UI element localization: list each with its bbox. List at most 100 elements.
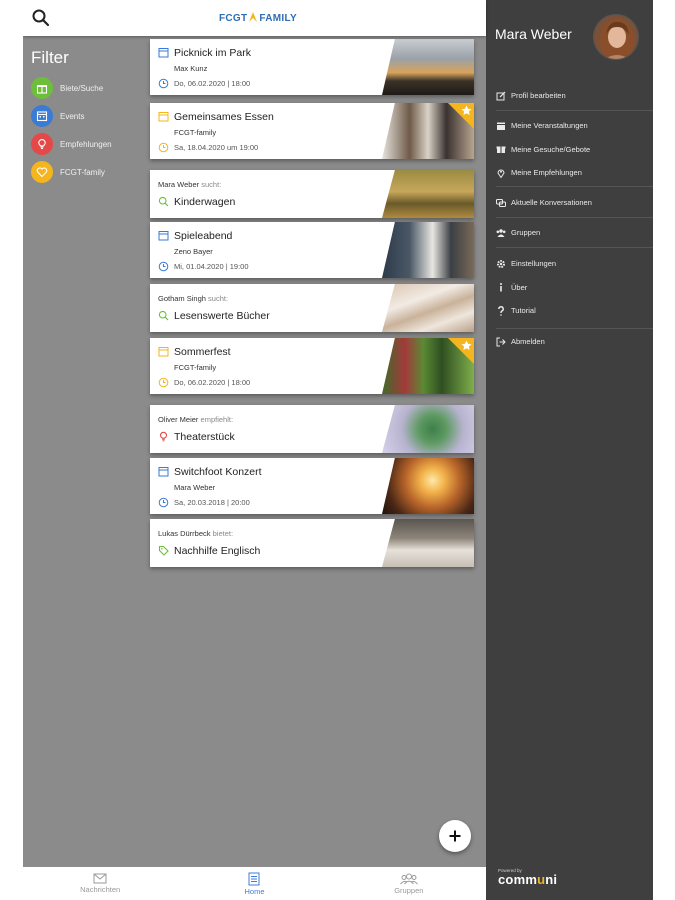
brand-logo: communi: [498, 872, 557, 887]
card-date: Do, 06.02.2020 | 18:00: [174, 378, 251, 387]
menu-item-abmelden[interactable]: Abmelden: [486, 330, 653, 354]
calendar-icon: [158, 467, 169, 477]
menu-item-label: Tutorial: [511, 306, 536, 316]
add-button[interactable]: [439, 820, 471, 852]
gift-icon: [31, 77, 53, 99]
drawer-menu-groups: Gruppen: [486, 221, 653, 245]
filter-item-empfehlungen[interactable]: Empfehlungen: [31, 130, 151, 158]
menu-divider: [496, 186, 653, 187]
avatar[interactable]: [593, 14, 639, 60]
filter-title: Filter: [31, 48, 69, 67]
menu-item-label: Einstellungen: [511, 259, 557, 269]
calendar-icon: [158, 347, 169, 357]
tab-gruppen[interactable]: Gruppen: [332, 867, 486, 900]
filter-item-fcgt-family[interactable]: FCGT-family: [31, 158, 151, 186]
menu-item-label: Meine Gesuche/Gebote: [511, 144, 591, 154]
card-subtitle: FCGT-family: [174, 363, 217, 372]
menu-item-ueber[interactable]: Über: [486, 276, 653, 300]
menu-item-gruppen[interactable]: Gruppen: [486, 221, 653, 245]
group-icon: [399, 873, 418, 884]
search-icon: [158, 196, 169, 207]
menu-item-profil-bearbeiten[interactable]: Profil bearbeiten: [486, 84, 653, 108]
feed-card-event[interactable]: Sommerfest FCGT-family Do, 06.02.2020 | …: [150, 338, 474, 394]
menu-item-meine-veranstaltungen[interactable]: Meine Veranstaltungen: [486, 114, 653, 138]
drawer-menu-logout: Abmelden: [486, 330, 653, 354]
card-photo-succulent: [382, 405, 474, 453]
tab-home[interactable]: Home: [177, 867, 331, 900]
filter-item-biete-suche[interactable]: Biete/Suche: [31, 74, 151, 102]
card-title: Spieleabend: [174, 230, 233, 242]
card-photo-games: [382, 222, 474, 278]
card-photo-books: [382, 284, 474, 332]
pin-icon: [497, 169, 505, 178]
heart-icon: [31, 161, 53, 183]
menu-item-meine-empfehlungen[interactable]: Meine Empfehlungen: [486, 161, 653, 185]
menu-item-tutorial[interactable]: Tutorial: [486, 299, 653, 323]
feed-card-search[interactable]: Mara Weber sucht: Kinderwagen: [150, 170, 474, 218]
logout-icon: [496, 337, 506, 347]
tab-label: Nachrichten: [80, 885, 121, 894]
gear-icon: [497, 259, 505, 268]
card-date: Do, 06.02.2020 | 18:00: [174, 79, 251, 88]
filter-item-events[interactable]: Events: [31, 102, 151, 130]
feed-card-event[interactable]: Spieleabend Zeno Bayer Mi, 01.04.2020 | …: [150, 222, 474, 278]
card-title: Picknick im Park: [174, 47, 252, 59]
card-photo-tutoring: [382, 519, 474, 567]
search-icon: [158, 310, 169, 321]
drawer-menu-settings: Einstellungen Über Tutorial: [486, 252, 653, 323]
calendar-icon: [497, 122, 505, 130]
card-header: Lukas Dürrbeck bietet:: [158, 529, 233, 538]
brand-part: comm: [498, 872, 538, 887]
search-button[interactable]: [30, 7, 52, 29]
card-title: Gemeinsames Essen: [174, 111, 274, 123]
calendar-icon: [158, 48, 169, 58]
card-subtitle: FCGT-family: [174, 128, 217, 137]
card-title: Switchfoot Konzert: [174, 466, 262, 478]
menu-item-einstellungen[interactable]: Einstellungen: [486, 252, 653, 276]
card-verb: bietet:: [212, 529, 234, 538]
menu-divider: [496, 110, 653, 111]
search-icon: [32, 9, 50, 27]
help-icon: [498, 305, 504, 316]
top-bar: FCGT FAMILY: [23, 0, 486, 36]
gift-icon: [496, 146, 506, 154]
menu-item-label: Profil bearbeiten: [511, 91, 566, 101]
side-drawer: Mara Weber Profil bearbeiten Meine Veran…: [486, 0, 653, 900]
app-frame: FCGT FAMILY Filter Biete/Suche Events Emp…: [23, 0, 653, 900]
calendar-icon: [31, 105, 53, 127]
group-icon: [496, 228, 506, 237]
card-subtitle: Max Kunz: [174, 64, 208, 73]
card-person: Mara Weber: [158, 180, 200, 189]
logo-text-right: FAMILY: [259, 13, 297, 24]
feed-card-event[interactable]: Picknick im Park Max Kunz Do, 06.02.2020…: [150, 39, 474, 95]
card-verb: sucht:: [201, 180, 222, 189]
card-title: Sommerfest: [174, 346, 231, 358]
feed-card-recommendation[interactable]: Oliver Meier empfiehlt: Theaterstück: [150, 405, 474, 453]
bottom-nav: Nachrichten Home Gruppen: [23, 867, 486, 900]
edit-icon: [496, 91, 506, 101]
tab-nachrichten[interactable]: Nachrichten: [23, 867, 177, 900]
list-icon: [248, 872, 260, 885]
feed-card-search[interactable]: Gotham Singh sucht: Lesenswerte Bücher: [150, 284, 474, 332]
card-photo-park: [382, 39, 474, 95]
menu-divider: [496, 247, 653, 248]
app-logo: FCGT FAMILY: [219, 11, 297, 24]
drawer-menu-social: Aktuelle Konversationen: [486, 191, 653, 215]
feed-card-event[interactable]: Gemeinsames Essen FCGT-family Sa, 18.04.…: [150, 103, 474, 159]
tag-icon: [158, 545, 169, 556]
card-title: Theaterstück: [174, 431, 235, 443]
feed-card-event[interactable]: Switchfoot Konzert Mara Weber Sa, 20.03.…: [150, 458, 474, 514]
menu-item-aktuelle-konversationen[interactable]: Aktuelle Konversationen: [486, 191, 653, 215]
filter-item-label: FCGT-family: [60, 167, 105, 177]
tab-label: Gruppen: [394, 885, 424, 895]
filter-item-label: Events: [60, 111, 85, 121]
card-title: Lesenswerte Bücher: [174, 310, 270, 322]
card-person: Gotham Singh: [158, 294, 206, 303]
menu-item-label: Abmelden: [511, 337, 545, 347]
card-verb: empfiehlt:: [200, 415, 234, 424]
menu-item-label: Über: [511, 282, 528, 292]
logo-mark-icon: [249, 12, 258, 22]
card-header: Oliver Meier empfiehlt:: [158, 415, 233, 424]
feed-card-offer[interactable]: Lukas Dürrbeck bietet: Nachhilfe Englisc…: [150, 519, 474, 567]
menu-item-meine-gesuche-gebote[interactable]: Meine Gesuche/Gebote: [486, 138, 653, 162]
